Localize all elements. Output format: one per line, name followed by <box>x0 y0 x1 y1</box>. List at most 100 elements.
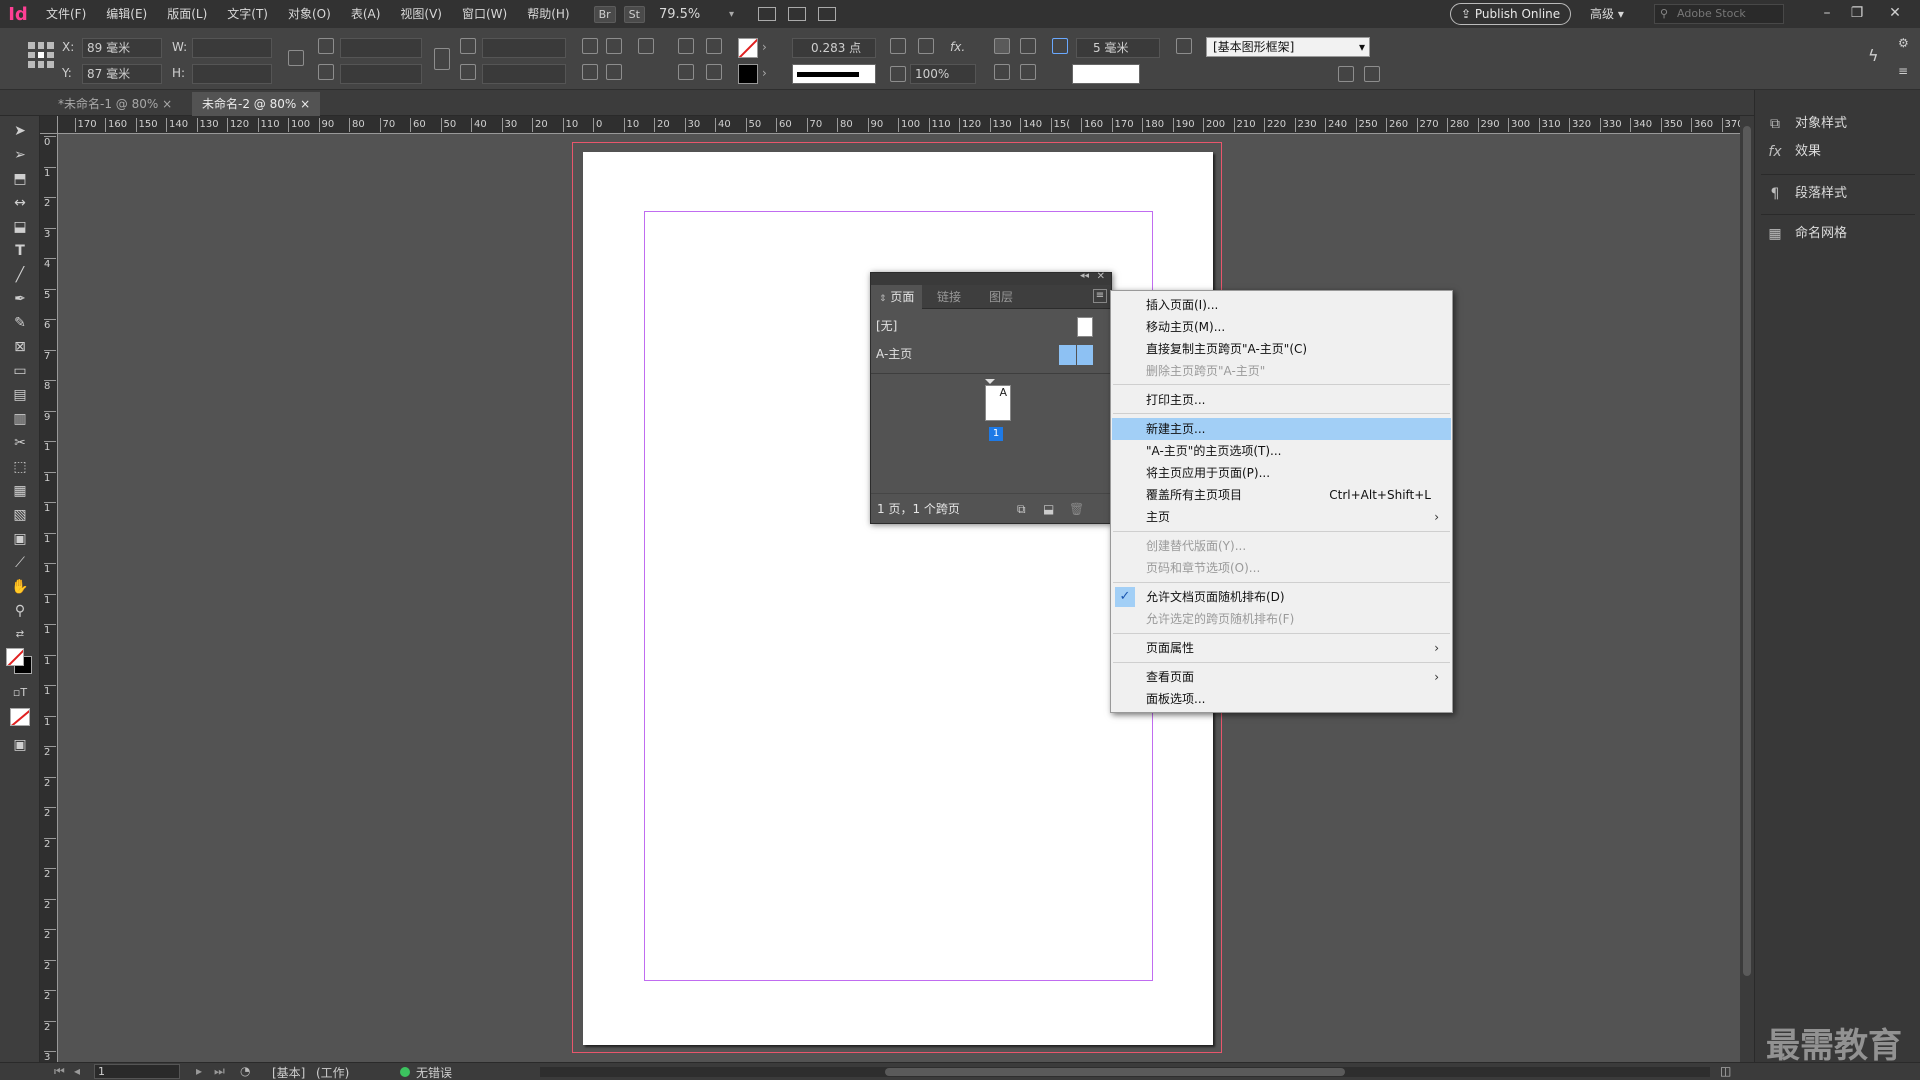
menu-file[interactable]: 文件(F) <box>36 0 96 28</box>
menu-edit[interactable]: 编辑(E) <box>96 0 157 28</box>
menu-master-options[interactable]: "A-主页"的主页选项(T)... <box>1112 440 1451 462</box>
line-tool-icon[interactable]: ╱ <box>10 266 30 284</box>
selection-tool-icon[interactable]: ➤ <box>10 122 30 140</box>
select-next-icon[interactable] <box>706 64 722 80</box>
rotate-ccw-icon[interactable] <box>606 38 622 54</box>
dock-paragraph-styles[interactable]: ¶ 段落样式 <box>1765 180 1915 208</box>
arrange-documents-icon[interactable] <box>818 7 836 21</box>
gear-icon[interactable]: ⚙ <box>1898 36 1909 50</box>
rotate-cw-icon[interactable] <box>582 38 598 54</box>
link-scale-icon[interactable] <box>434 48 450 70</box>
menu-view[interactable]: 视图(V) <box>390 0 452 28</box>
restore-button[interactable]: ❐ <box>1842 0 1872 28</box>
apply-none-icon[interactable] <box>10 708 30 726</box>
corner-shape-icon[interactable] <box>890 38 906 54</box>
default-colors-icon[interactable]: ⇄ <box>10 626 30 644</box>
rectangle-tool-icon[interactable]: ▭ <box>10 362 30 380</box>
menu-panel-options[interactable]: 面板选项... <box>1112 688 1451 710</box>
vertical-grid-tool-icon[interactable]: ▥ <box>10 410 30 428</box>
previous-page-icon[interactable]: ◂ <box>74 1064 80 1078</box>
gap-tool-icon[interactable]: ↔ <box>10 194 30 212</box>
text-wrap-none-icon[interactable] <box>994 38 1010 54</box>
scale-x-field[interactable] <box>340 38 422 58</box>
dock-object-styles[interactable]: ⧉ 对象样式 <box>1765 110 1915 138</box>
direct-selection-tool-icon[interactable]: ➢ <box>10 146 30 164</box>
text-wrap-bbox-icon[interactable] <box>1020 38 1036 54</box>
p-transform-icon[interactable] <box>638 38 654 54</box>
menu-view-pages-submenu[interactable]: 查看页面 › <box>1112 666 1451 688</box>
menu-insert-pages[interactable]: 插入页面(I)... <box>1112 294 1451 316</box>
workspace-switcher[interactable]: 高级 ▾ <box>1590 0 1624 28</box>
rotate-angle-field[interactable] <box>482 38 566 58</box>
tab-links[interactable]: 链接 <box>929 285 969 309</box>
select-container-icon[interactable] <box>678 38 694 54</box>
collapse-panel-icon[interactable]: ◂◂ <box>1080 271 1089 281</box>
zoom-level[interactable]: 79.5% <box>659 7 729 22</box>
close-panel-icon[interactable]: ✕ <box>1097 271 1105 282</box>
menu-table[interactable]: 表(A) <box>341 0 391 28</box>
minimize-button[interactable]: – <box>1812 0 1842 28</box>
master-none-row[interactable]: [无] <box>871 313 1111 339</box>
pencil-tool-icon[interactable]: ✎ <box>10 314 30 332</box>
first-page-icon[interactable]: ⏮ <box>54 1064 65 1079</box>
scrollbar-thumb[interactable] <box>885 1068 1345 1076</box>
master-none-thumbnail[interactable] <box>1077 317 1093 337</box>
free-transform-tool-icon[interactable]: ⬚ <box>10 458 30 476</box>
work-mode-label[interactable]: (工作) <box>316 1064 349 1080</box>
clear-overrides-icon[interactable] <box>1338 66 1354 82</box>
menu-master-pages-submenu[interactable]: 主页 › <box>1112 506 1451 528</box>
last-page-icon[interactable]: ⏭ <box>214 1064 225 1079</box>
tab-layers[interactable]: 图层 <box>981 285 1021 309</box>
dock-effects[interactable]: fx 效果 <box>1765 138 1915 166</box>
open-page-icon[interactable]: ◔ <box>240 1064 250 1078</box>
note-tool-icon[interactable]: ▣ <box>10 530 30 548</box>
gap-offset-field[interactable]: 5 毫米 <box>1076 38 1160 58</box>
tab-document-2[interactable]: 未命名-2 @ 80% × <box>192 92 321 116</box>
text-wrap-shape-icon[interactable] <box>994 64 1010 80</box>
height-field[interactable] <box>192 64 272 84</box>
color-swatch-select[interactable] <box>1072 64 1140 84</box>
drop-shadow-icon[interactable] <box>918 38 934 54</box>
frame-fitting-icon[interactable] <box>1176 38 1192 54</box>
control-menu-icon[interactable]: ≡ <box>1898 64 1908 78</box>
page-number-field[interactable]: 1 <box>94 1064 180 1079</box>
fill-stroke-swatch-icon[interactable] <box>6 648 34 676</box>
lightning-icon[interactable]: ϟ <box>1868 46 1879 65</box>
preflight-status-text[interactable]: 无错误 <box>416 1064 452 1080</box>
x-field[interactable]: 89 毫米 <box>82 38 162 58</box>
page-1-thumbnail[interactable]: A <box>985 385 1011 421</box>
view-options-icon[interactable] <box>758 7 776 21</box>
master-a-thumbnail[interactable] <box>1059 345 1093 365</box>
menu-type[interactable]: 文字(T) <box>217 0 278 28</box>
bridge-button[interactable]: Br <box>593 5 616 23</box>
menu-help[interactable]: 帮助(H) <box>517 0 579 28</box>
menu-apply-master[interactable]: 将主页应用于页面(P)... <box>1112 462 1451 484</box>
close-tab-icon[interactable]: × <box>162 97 172 111</box>
content-collector-icon[interactable]: ⬓ <box>10 218 30 236</box>
screen-mode-icon[interactable] <box>788 7 806 21</box>
vertical-scrollbar[interactable] <box>1740 116 1754 1064</box>
zoom-tool-icon[interactable]: ⚲ <box>10 602 30 620</box>
scissors-tool-icon[interactable]: ✂ <box>10 434 30 452</box>
panel-titlebar[interactable]: ◂◂ ✕ <box>871 271 1111 285</box>
width-field[interactable] <box>192 38 272 58</box>
type-tool-icon[interactable]: T <box>10 242 30 260</box>
adobe-stock-search[interactable]: ⚲ Adobe Stock <box>1654 4 1784 24</box>
hand-tool-icon[interactable]: ✋ <box>10 578 30 596</box>
text-wrap-jump-icon[interactable] <box>1020 64 1036 80</box>
select-content-icon[interactable] <box>706 38 722 54</box>
object-style-select[interactable]: [基本图形框架] ▾ <box>1206 37 1370 57</box>
menu-move-master[interactable]: 移动主页(M)... <box>1112 316 1451 338</box>
next-page-icon[interactable]: ▸ <box>196 1064 202 1078</box>
tab-pages[interactable]: ⇕ 页面 <box>871 285 923 309</box>
stroke-weight-field[interactable]: 0.283 点 <box>792 38 876 58</box>
auto-fit-icon[interactable] <box>1052 38 1068 54</box>
edit-page-size-icon[interactable]: ⧉ <box>1017 494 1026 524</box>
flip-vertical-icon[interactable] <box>606 64 622 80</box>
menu-window[interactable]: 窗口(W) <box>452 0 517 28</box>
stroke-menu-chevron-icon[interactable]: › <box>762 66 767 80</box>
stroke-type-select[interactable] <box>792 64 876 84</box>
menu-page-attributes-submenu[interactable]: 页面属性 › <box>1112 637 1451 659</box>
menu-new-master[interactable]: 新建主页... <box>1112 418 1451 440</box>
pen-tool-icon[interactable]: ✒ <box>10 290 30 308</box>
